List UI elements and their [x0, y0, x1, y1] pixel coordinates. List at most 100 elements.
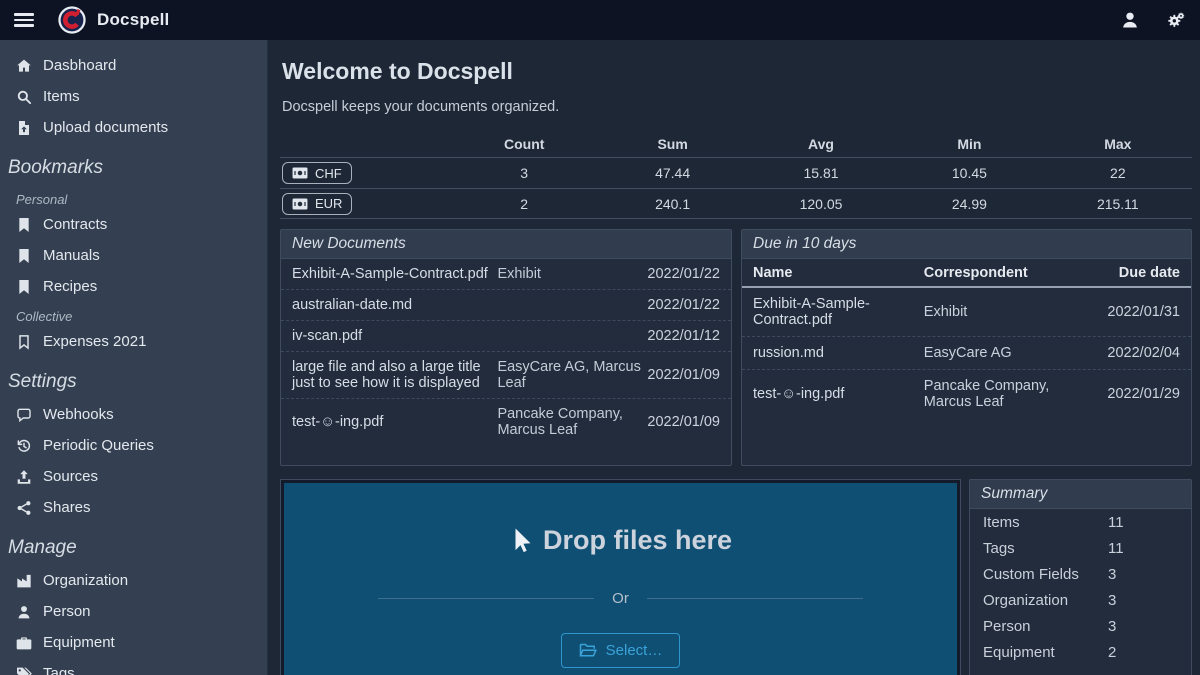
stats-row-eur: EUR 2 240.1 120.05 24.99 215.11 [280, 188, 1192, 219]
docspell-logo[interactable] [58, 6, 86, 34]
dropzone-title: Drop files here [543, 525, 732, 556]
bookmark-item-label: Recipes [43, 278, 97, 295]
summary-row: Equipment 2 [970, 639, 1191, 665]
bookmark-icon [16, 248, 32, 264]
document-correspondent: EasyCare AG [924, 345, 1082, 361]
document-due-date: 2022/02/04 [1082, 345, 1180, 361]
stat-count: 2 [450, 196, 598, 212]
stats-header-sum: Sum [598, 136, 746, 152]
stats-header-count: Count [450, 136, 598, 152]
summary-row: Organization 3 [970, 587, 1191, 613]
document-name[interactable]: Exhibit-A-Sample-Contract.pdf [753, 296, 924, 328]
document-correspondent: Exhibit [497, 266, 647, 282]
cursor-icon [509, 527, 533, 555]
summary-label: Organization [983, 592, 1108, 609]
document-name[interactable]: test-☺-ing.pdf [753, 386, 924, 402]
menu-icon[interactable] [14, 13, 34, 27]
sidebar-item-sources[interactable]: Sources [0, 461, 267, 492]
page-subtitle: Docspell keeps your documents organized. [282, 99, 1192, 115]
currency-badge: EUR [282, 193, 352, 215]
new-documents-panel: New Documents Exhibit-A-Sample-Contract.… [280, 229, 732, 466]
user-icon[interactable] [1120, 10, 1140, 30]
document-row[interactable]: iv-scan.pdf 2022/01/12 [281, 320, 731, 351]
stat-max: 215.11 [1044, 196, 1192, 212]
currency-badge: CHF [282, 162, 352, 184]
due-row[interactable]: test-☺-ing.pdf Pancake Company, Marcus L… [742, 369, 1191, 418]
due-panel-title: Due in 10 days [742, 230, 1191, 259]
document-row[interactable]: test-☺-ing.pdf Pancake Company, Marcus L… [281, 398, 731, 445]
document-row[interactable]: large file and also a large title just t… [281, 351, 731, 398]
cogs-icon[interactable] [1166, 10, 1186, 30]
due-header-name: Name [753, 265, 924, 281]
summary-value: 3 [1108, 618, 1116, 635]
bookmark-item-recipes[interactable]: Recipes [0, 271, 267, 302]
due-row[interactable]: Exhibit-A-Sample-Contract.pdf Exhibit 20… [742, 288, 1191, 336]
bookmarks-group-collective: Collective [0, 302, 267, 326]
stat-sum: 240.1 [598, 196, 746, 212]
document-name[interactable]: iv-scan.pdf [292, 328, 497, 344]
stat-avg: 120.05 [747, 196, 895, 212]
settings-heading: Settings [0, 357, 267, 399]
document-row[interactable]: Exhibit-A-Sample-Contract.pdf Exhibit 20… [281, 259, 731, 289]
summary-label: Person [983, 618, 1108, 635]
sidebar-item-periodic-queries[interactable]: Periodic Queries [0, 430, 267, 461]
file-dropzone[interactable]: Drop files here Or Select… [284, 483, 957, 675]
document-name[interactable]: large file and also a large title just t… [292, 359, 497, 391]
document-correspondent: Pancake Company, Marcus Leaf [497, 406, 647, 438]
docspell-app: Docspell Dasbhoard Items Upload [0, 0, 1200, 675]
sidebar-item-label: Dasbhoard [43, 57, 116, 74]
sidebar-item-label: Upload documents [43, 119, 168, 136]
document-name[interactable]: australian-date.md [292, 297, 497, 313]
select-files-label: Select… [606, 642, 663, 659]
sidebar-item-organization[interactable]: Organization [0, 565, 267, 596]
stat-count: 3 [450, 165, 598, 181]
person-icon [16, 604, 32, 620]
due-header-correspondent: Correspondent [924, 265, 1082, 281]
main-content: Welcome to Docspell Docspell keeps your … [268, 40, 1200, 675]
summary-label: Custom Fields [983, 566, 1108, 583]
document-row[interactable]: australian-date.md 2022/01/22 [281, 289, 731, 320]
bookmark-item-manuals[interactable]: Manuals [0, 240, 267, 271]
sidebar-item-webhooks[interactable]: Webhooks [0, 399, 267, 430]
sidebar-item-shares[interactable]: Shares [0, 492, 267, 523]
sidebar-item-equipment[interactable]: Equipment [0, 627, 267, 658]
summary-label: Tags [983, 540, 1108, 557]
sidebar-item-upload-documents[interactable]: Upload documents [0, 112, 267, 143]
due-row[interactable]: russion.md EasyCare AG 2022/02/04 [742, 336, 1191, 369]
currency-label: EUR [315, 196, 342, 211]
bookmark-item-label: Expenses 2021 [43, 333, 146, 350]
manage-heading: Manage [0, 523, 267, 565]
bookmarks-heading: Bookmarks [0, 143, 267, 185]
bookmarks-group-personal: Personal [0, 185, 267, 209]
stats-row-chf: CHF 3 47.44 15.81 10.45 22 [280, 157, 1192, 188]
sidebar-item-label: Tags [43, 665, 75, 675]
upload-panel: Drop files here Or Select… [280, 479, 961, 675]
stat-max: 22 [1044, 165, 1192, 181]
document-name[interactable]: Exhibit-A-Sample-Contract.pdf [292, 266, 497, 282]
document-date: 2022/01/09 [647, 414, 720, 430]
document-correspondent: Exhibit [924, 304, 1082, 320]
folder-open-icon [579, 643, 597, 658]
sidebar-item-person[interactable]: Person [0, 596, 267, 627]
sidebar-item-tags[interactable]: Tags [0, 658, 267, 675]
or-label: Or [612, 590, 629, 607]
bookmark-item-contracts[interactable]: Contracts [0, 209, 267, 240]
summary-value: 3 [1108, 566, 1116, 583]
stats-header-row: Count Sum Avg Min Max [280, 131, 1192, 157]
upload-icon [16, 469, 32, 485]
document-name[interactable]: test-☺-ing.pdf [292, 414, 497, 430]
search-icon [16, 89, 32, 105]
bookmark-item-label: Contracts [43, 216, 107, 233]
industry-icon [16, 573, 32, 589]
summary-row: Tags 11 [970, 535, 1191, 561]
document-due-date: 2022/01/31 [1082, 304, 1180, 320]
select-files-button[interactable]: Select… [561, 633, 681, 668]
sidebar-item-items[interactable]: Items [0, 81, 267, 112]
dropzone-title-row: Drop files here [509, 525, 732, 556]
sidebar-item-dashboard[interactable]: Dasbhoard [0, 50, 267, 81]
history-icon [16, 438, 32, 454]
sidebar-item-label: Person [43, 603, 91, 620]
document-name[interactable]: russion.md [753, 345, 924, 361]
due-table-header: Name Correspondent Due date [742, 259, 1191, 288]
bookmark-item-expenses-2021[interactable]: Expenses 2021 [0, 326, 267, 357]
